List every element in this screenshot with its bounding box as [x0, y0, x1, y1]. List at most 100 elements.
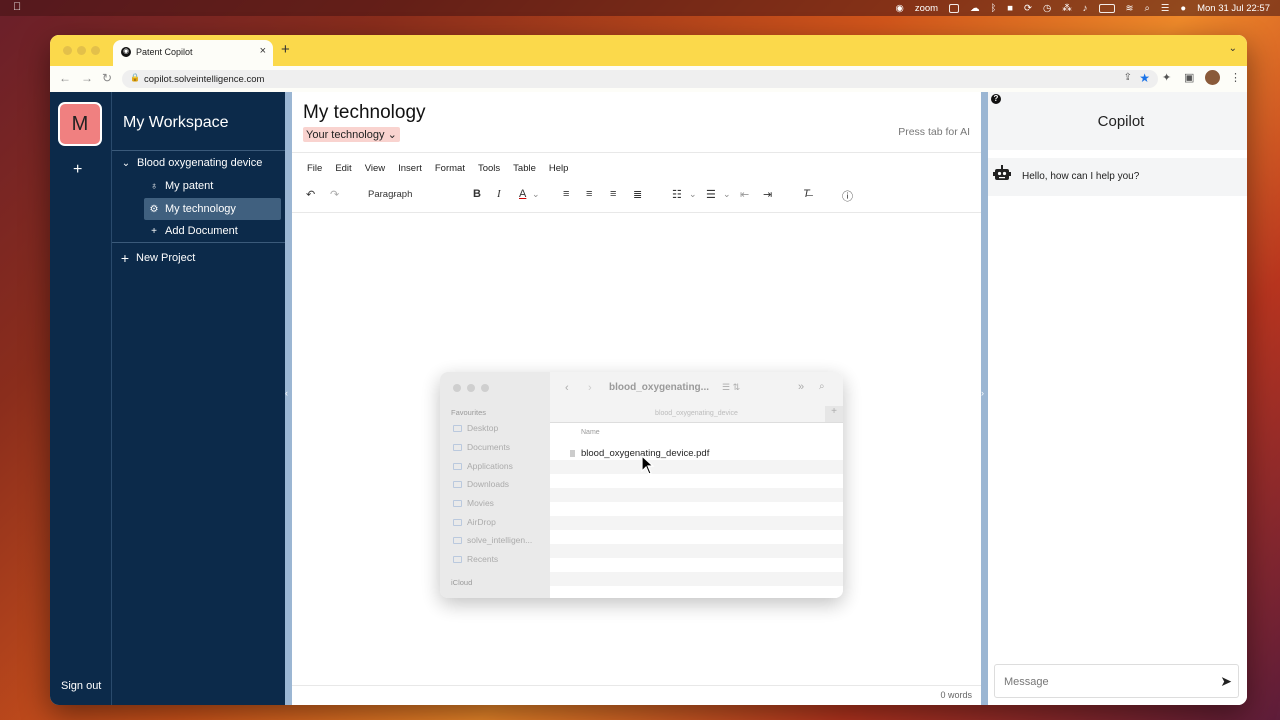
minimize-window-button[interactable]	[77, 46, 86, 55]
camera-icon[interactable]: ■	[1007, 3, 1013, 14]
list-view-icon[interactable]: ☰ ⇅	[722, 382, 740, 393]
finder-item-desktop[interactable]: Desktop	[453, 423, 498, 433]
workspace-avatar[interactable]: M	[58, 102, 102, 146]
finder-close-button[interactable]	[453, 384, 461, 392]
finder-item-downloads[interactable]: Downloads	[453, 479, 509, 489]
align-center-icon[interactable]: ≡	[586, 188, 592, 200]
indent-icon[interactable]: ⇥	[763, 188, 772, 201]
finder-item-movies[interactable]: Movies	[453, 498, 494, 508]
zoom-label[interactable]: zoom	[915, 3, 938, 14]
zoom-window-button[interactable]	[91, 46, 100, 55]
add-tab-button[interactable]: +	[825, 406, 843, 422]
back-icon[interactable]: ‹	[565, 382, 569, 394]
share-icon[interactable]: ⇪	[1124, 72, 1132, 83]
reload-icon[interactable]: ↻	[102, 71, 112, 85]
search-icon[interactable]: ⌕	[819, 381, 825, 392]
chevron-left-icon[interactable]: ‹	[285, 388, 288, 398]
lock-icon[interactable]: 🔒	[130, 73, 140, 82]
undo-icon[interactable]: ↶	[306, 188, 315, 201]
sign-out-link[interactable]: Sign out	[61, 680, 101, 692]
more-icon[interactable]: »	[798, 381, 804, 393]
menu-view[interactable]: View	[365, 163, 385, 174]
menu-format[interactable]: Format	[435, 163, 465, 174]
finder-minimize-button[interactable]	[467, 384, 475, 392]
menu-table[interactable]: Table	[513, 163, 536, 174]
message-input[interactable]: Message ➤	[994, 664, 1239, 698]
menu-tools[interactable]: Tools	[478, 163, 500, 174]
screen-icon[interactable]	[949, 3, 960, 13]
apple-icon[interactable]: 	[13, 1, 21, 13]
menu-edit[interactable]: Edit	[335, 163, 351, 174]
time-icon[interactable]: ◷	[1043, 3, 1051, 14]
italic-icon[interactable]: I	[497, 188, 501, 200]
column-header-name[interactable]: Name	[581, 429, 600, 436]
finder-item-recents[interactable]: Recents	[453, 554, 498, 564]
control-center-icon[interactable]: ☰	[1161, 3, 1170, 14]
numbered-list-icon[interactable]: ☰	[706, 188, 716, 201]
bullet-list-icon[interactable]: ☷	[672, 188, 682, 201]
spotlight-icon[interactable]: ⌕	[1145, 3, 1150, 14]
more-menu-icon[interactable]: ⋮	[1230, 71, 1241, 84]
menu-file[interactable]: File	[307, 163, 322, 174]
align-right-icon[interactable]: ≡	[610, 188, 616, 200]
menu-help[interactable]: Help	[549, 163, 569, 174]
new-tab-button[interactable]: +	[281, 41, 290, 58]
finder-zoom-button[interactable]	[481, 384, 489, 392]
grid-icon[interactable]: ⁂	[1062, 3, 1072, 14]
chevron-down-icon[interactable]: ⌄	[120, 158, 132, 169]
tab-close-icon[interactable]: ×	[260, 45, 266, 57]
file-item-pdf[interactable]: blood_oxygenating_device.pdf	[570, 448, 709, 459]
bluetooth-icon[interactable]: ᛒ	[991, 3, 997, 14]
copilot-resize-handle[interactable]: ›	[981, 92, 988, 705]
bold-icon[interactable]: B	[473, 188, 481, 200]
chevron-right-icon[interactable]: ›	[981, 388, 984, 398]
text-color-icon[interactable]: A	[519, 188, 526, 200]
sidepanel-icon[interactable]: ▣	[1184, 71, 1194, 84]
project-blood-oxygenating-device[interactable]: ⌄ Blood oxygenating device	[120, 157, 263, 169]
chevron-down-icon[interactable]: ⌄	[723, 189, 731, 200]
document-type-select[interactable]: Your technology ⌄	[303, 127, 400, 142]
battery-icon[interactable]	[1098, 3, 1115, 13]
finder-item-label: AirDrop	[467, 517, 496, 527]
help-icon[interactable]: ?	[991, 94, 1001, 104]
forward-icon[interactable]: ›	[588, 382, 592, 394]
volume-icon[interactable]: ♪	[1083, 3, 1088, 14]
extensions-icon[interactable]: ✦	[1162, 71, 1171, 84]
menubar-clock[interactable]: Mon 31 Jul 22:57	[1197, 3, 1270, 14]
outdent-icon[interactable]: ⇤	[740, 188, 749, 201]
chevron-down-icon[interactable]: ⌄	[532, 189, 540, 200]
omnibox[interactable]: 🔒 copilot.solveintelligence.com ⇪ ★	[122, 70, 1158, 88]
bookmark-star-icon[interactable]: ★	[1139, 71, 1150, 85]
forward-icon[interactable]: →	[81, 71, 93, 85]
sidebar-resize-handle[interactable]: ‹	[285, 92, 292, 705]
profile-avatar[interactable]	[1205, 70, 1220, 85]
finder-item-applications[interactable]: Applications	[453, 461, 513, 471]
new-project-button[interactable]: + New Project	[119, 250, 195, 266]
send-icon[interactable]: ➤	[1220, 673, 1232, 690]
help-circle-icon[interactable]: ⓘ	[842, 188, 853, 204]
chevron-down-icon[interactable]: ⌄	[689, 189, 697, 200]
sidebar-item-my-technology[interactable]: ⚙ My technology	[144, 198, 281, 220]
menu-insert[interactable]: Insert	[398, 163, 422, 174]
cloud-icon[interactable]: ☁	[970, 3, 980, 14]
back-icon[interactable]: ←	[59, 71, 71, 85]
finder-item-airdrop[interactable]: AirDrop	[453, 517, 496, 527]
finder-item-documents[interactable]: Documents	[453, 442, 510, 452]
file-row	[550, 544, 843, 558]
finder-item-solve-intelligence[interactable]: solve_intelligen...	[453, 535, 532, 545]
record-icon[interactable]: ◉	[896, 3, 904, 14]
sidebar-item-my-patent[interactable]: ♁ My patent	[148, 180, 213, 192]
align-justify-icon[interactable]: ≣	[633, 188, 642, 201]
clear-formatting-icon[interactable]: T̶	[803, 188, 810, 200]
siri-icon[interactable]: ●	[1180, 3, 1186, 14]
tab-patent-copilot[interactable]: ◉ Patent Copilot ×	[113, 40, 273, 66]
sync-icon[interactable]: ⟳	[1024, 3, 1032, 14]
add-workspace-button[interactable]: +	[73, 161, 82, 179]
tab-search-chevron-icon[interactable]: ⌄	[1229, 43, 1237, 54]
url-text[interactable]: copilot.solveintelligence.com	[144, 74, 264, 85]
wifi-icon[interactable]: ≋	[1126, 3, 1134, 14]
redo-icon[interactable]: ↷	[330, 188, 339, 201]
align-left-icon[interactable]: ≡	[563, 188, 569, 200]
sidebar-item-add-document[interactable]: + Add Document	[148, 225, 238, 237]
close-window-button[interactable]	[63, 46, 72, 55]
